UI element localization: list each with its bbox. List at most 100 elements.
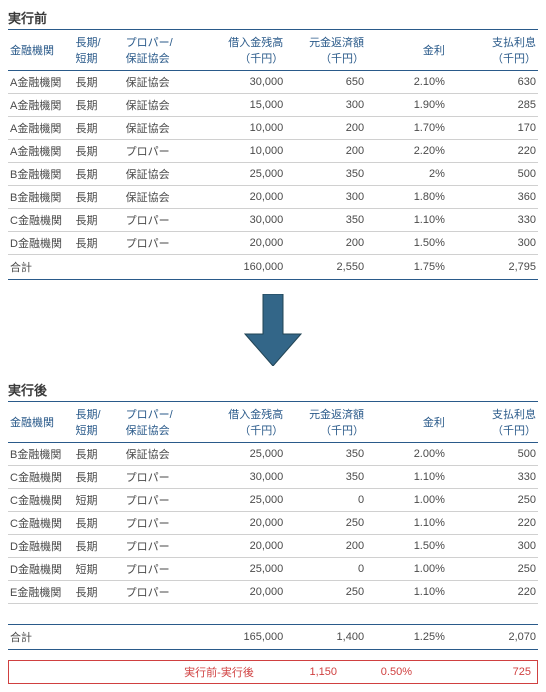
- cell: 330: [447, 209, 538, 232]
- cell: 350: [285, 209, 366, 232]
- table-row: D金融機関短期プロパー25,00001.00%250: [8, 558, 538, 581]
- total-label: 合計: [8, 625, 73, 650]
- cell: 220: [447, 140, 538, 163]
- total-repay: 1,400: [285, 625, 366, 650]
- cell: 短期: [73, 489, 123, 512]
- cell: 1.10%: [366, 466, 447, 489]
- cell: 保証協会: [124, 186, 195, 209]
- cell: 長期: [73, 581, 123, 604]
- cell: 20,000: [194, 512, 285, 535]
- cell: 250: [447, 489, 538, 512]
- cell: D金融機関: [8, 535, 73, 558]
- cell: 25,000: [194, 558, 285, 581]
- section-title-before: 実行前: [8, 8, 538, 27]
- col-header: 支払利息（千円）: [447, 30, 538, 71]
- cell: 2.20%: [366, 140, 447, 163]
- total-rate: 1.75%: [366, 255, 447, 280]
- cell: 短期: [73, 558, 123, 581]
- table-row: D金融機関長期プロパー20,0002001.50%300: [8, 232, 538, 255]
- cell: 1.90%: [366, 94, 447, 117]
- col-header: 借入金残高（千円）: [194, 402, 285, 443]
- total-row: 合計 160,000 2,550 1.75% 2,795: [8, 255, 538, 280]
- cell: 長期: [73, 535, 123, 558]
- table-row: B金融機関長期保証協会25,0003502.00%500: [8, 443, 538, 466]
- cell: 長期: [73, 163, 123, 186]
- total-balance: 165,000: [194, 625, 285, 650]
- cell: プロパー: [124, 466, 195, 489]
- cell: 1.10%: [366, 581, 447, 604]
- cell: B金融機関: [8, 163, 73, 186]
- cell: 保証協会: [124, 163, 195, 186]
- cell: プロパー: [124, 489, 195, 512]
- diff-interest: 725: [414, 666, 537, 678]
- cell: C金融機関: [8, 466, 73, 489]
- cell: 220: [447, 512, 538, 535]
- cell: 20,000: [194, 581, 285, 604]
- total-repay: 2,550: [285, 255, 366, 280]
- diff-rate: 0.50%: [339, 666, 414, 678]
- cell: 25,000: [194, 163, 285, 186]
- cell: プロパー: [124, 140, 195, 163]
- table-row: C金融機関長期プロパー20,0002501.10%220: [8, 512, 538, 535]
- cell: E金融機関: [8, 581, 73, 604]
- cell: 1.00%: [366, 558, 447, 581]
- cell: 長期: [73, 117, 123, 140]
- cell: 500: [447, 163, 538, 186]
- cell: 2%: [366, 163, 447, 186]
- total-label: 合計: [8, 255, 73, 280]
- cell: 保証協会: [124, 443, 195, 466]
- cell: A金融機関: [8, 71, 73, 94]
- cell: C金融機関: [8, 489, 73, 512]
- cell: 長期: [73, 466, 123, 489]
- col-header: プロパー/保証協会: [124, 402, 195, 443]
- cell: 220: [447, 581, 538, 604]
- table-after: 金融機関 長期/短期 プロパー/保証協会 借入金残高（千円） 元金返済額（千円）…: [8, 401, 538, 650]
- col-header: 長期/短期: [73, 402, 123, 443]
- col-header: 金利: [366, 30, 447, 71]
- col-header: 金利: [366, 402, 447, 443]
- cell: 20,000: [194, 186, 285, 209]
- table-row: C金融機関長期プロパー30,0003501.10%330: [8, 209, 538, 232]
- cell: 2.00%: [366, 443, 447, 466]
- cell: 200: [285, 140, 366, 163]
- total-balance: 160,000: [194, 255, 285, 280]
- table-row: D金融機関長期プロパー20,0002001.50%300: [8, 535, 538, 558]
- cell: 1.50%: [366, 232, 447, 255]
- cell: 長期: [73, 209, 123, 232]
- cell: 長期: [73, 186, 123, 209]
- cell: 20,000: [194, 535, 285, 558]
- cell: 170: [447, 117, 538, 140]
- cell: 350: [285, 163, 366, 186]
- cell: 15,000: [194, 94, 285, 117]
- col-header: プロパー/保証協会: [124, 30, 195, 71]
- cell: 300: [447, 232, 538, 255]
- cell: プロパー: [124, 558, 195, 581]
- cell: 長期: [73, 71, 123, 94]
- cell: 30,000: [194, 466, 285, 489]
- cell: 250: [285, 581, 366, 604]
- total-interest: 2,070: [447, 625, 538, 650]
- cell: 保証協会: [124, 117, 195, 140]
- cell: A金融機関: [8, 140, 73, 163]
- table-row: B金融機関長期保証協会20,0003001.80%360: [8, 186, 538, 209]
- table-row: A金融機関長期保証協会30,0006502.10%630: [8, 71, 538, 94]
- cell: 250: [285, 512, 366, 535]
- cell: B金融機関: [8, 186, 73, 209]
- cell: 20,000: [194, 232, 285, 255]
- cell: D金融機関: [8, 558, 73, 581]
- diff-row: 実行前-実行後 1,150 0.50% 725: [8, 660, 538, 684]
- cell: 25,000: [194, 443, 285, 466]
- total-row: 合計 165,000 1,400 1.25% 2,070: [8, 625, 538, 650]
- col-header: 元金返済額（千円）: [285, 402, 366, 443]
- cell: 285: [447, 94, 538, 117]
- cell: プロパー: [124, 581, 195, 604]
- cell: 630: [447, 71, 538, 94]
- cell: プロパー: [124, 209, 195, 232]
- cell: A金融機関: [8, 117, 73, 140]
- cell: 1.80%: [366, 186, 447, 209]
- cell: 保証協会: [124, 71, 195, 94]
- cell: プロパー: [124, 535, 195, 558]
- cell: D金融機関: [8, 232, 73, 255]
- cell: 200: [285, 117, 366, 140]
- table-row: E金融機関長期プロパー20,0002501.10%220: [8, 581, 538, 604]
